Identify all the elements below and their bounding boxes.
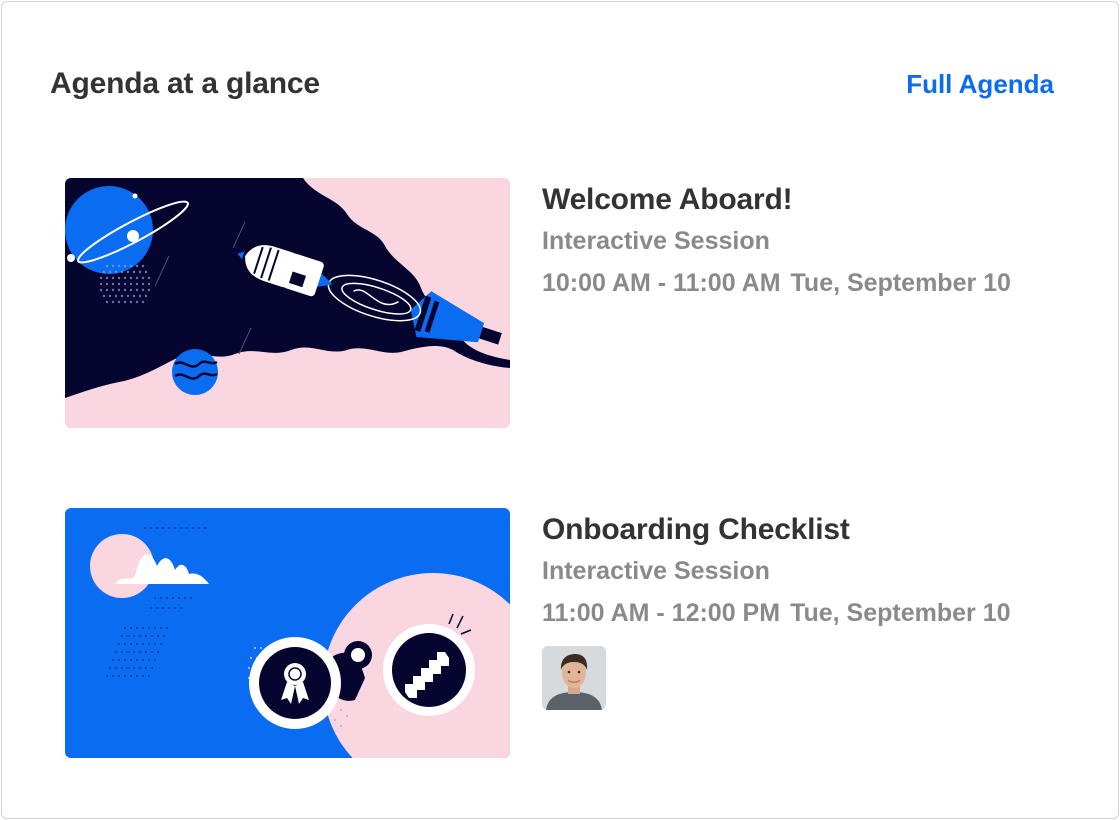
session-time: 11:00 AM - 12:00 PM [542, 599, 781, 627]
page-title: Agenda at a glance [50, 67, 320, 100]
session-type: Interactive Session [542, 557, 770, 585]
session-datetime: 10:00 AM - 11:00 AM Tue, September 10 [542, 266, 1062, 300]
session-datetime: 11:00 AM - 12:00 PM Tue, September 10 [542, 596, 1062, 630]
session-time: 10:00 AM - 11:00 AM [542, 269, 781, 297]
full-agenda-link[interactable]: Full Agenda [906, 69, 1054, 100]
session-title[interactable]: Onboarding Checklist [542, 510, 1062, 550]
agenda-card: Agenda at a glance Full Agenda Welcome A… [1, 1, 1119, 819]
session-date: Tue, September 10 [790, 599, 1011, 627]
session-type: Interactive Session [542, 227, 770, 255]
session-item[interactable]: Onboarding Checklist Interactive Session… [65, 508, 1065, 758]
agenda-header: Agenda at a glance Full Agenda [50, 64, 1054, 104]
session-thumbnail-binoculars[interactable] [65, 508, 510, 758]
session-date: Tue, September 10 [790, 269, 1011, 297]
session-item[interactable]: Welcome Aboard! Interactive Session 10:0… [65, 178, 1065, 428]
session-info: Onboarding Checklist Interactive Session… [542, 510, 1062, 710]
speaker-avatar[interactable] [542, 646, 606, 710]
session-info: Welcome Aboard! Interactive Session 10:0… [542, 180, 1062, 300]
session-thumbnail-space-rocket[interactable] [65, 178, 510, 428]
session-title[interactable]: Welcome Aboard! [542, 180, 1062, 220]
